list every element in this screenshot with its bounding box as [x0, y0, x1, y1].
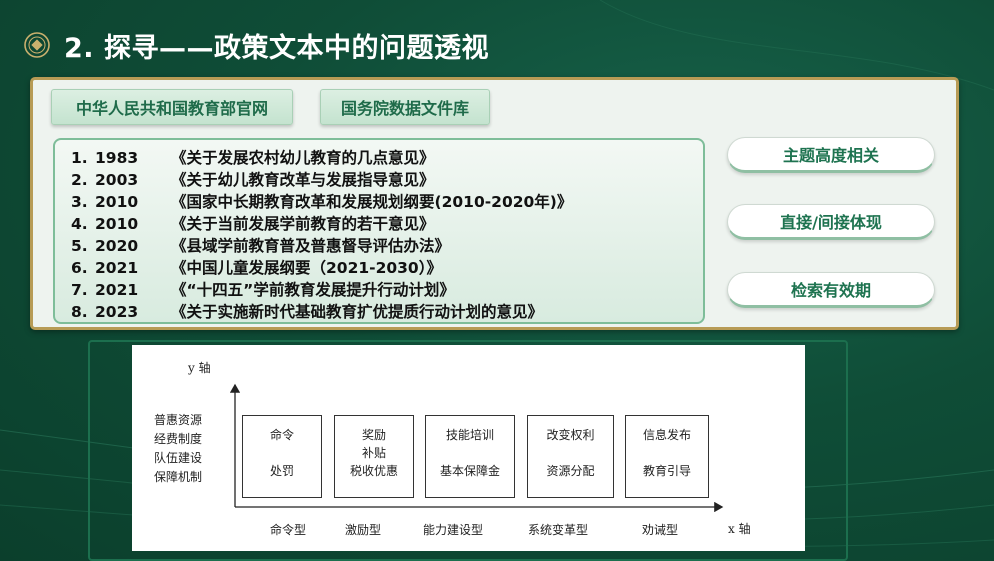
category-label: 激励型 [345, 523, 382, 537]
list-item: 2. 2003 《关于幼儿教育改革与发展指导意见》 [71, 171, 435, 189]
list-item: 8. 2023 《关于实施新时代基础教育扩优提质行动计划的意见》 [71, 303, 544, 321]
tab-moe-website[interactable]: 中华人民共和国教育部官网 [51, 89, 293, 125]
policy-panel: 中华人民共和国教育部官网 国务院数据文件库 1. 1983 《关于发展农村幼儿教育的… [30, 77, 959, 330]
list-item: 3. 2010 《国家中长期教育改革和发展规划纲要(2010-2020年)》 [71, 193, 573, 211]
y-value: 经费制度 [154, 432, 203, 446]
list-item: 1. 1983 《关于发展农村幼儿教育的几点意见》 [71, 149, 435, 167]
policy-list: 1. 1983 《关于发展农村幼儿教育的几点意见》 2. 2003 《关于幼儿教育改革与… [53, 138, 705, 324]
page-title: 2. 探寻——政策文本中的问题透视 [64, 33, 489, 64]
policy-tool-diagram: y 轴 x 轴 普惠资源 经费制度 队伍建设 保障机制 命令 处罚 奖励 补贴 … [132, 345, 805, 551]
diamond-ring-icon [24, 32, 50, 58]
tool-box-system-change: 改变权利 资源分配 [527, 415, 614, 498]
list-item: 4. 2010 《关于当前发展学前教育的若干意见》 [71, 215, 435, 233]
list-item: 6. 2021 《中国儿童发展纲要（2021-2030）》 [71, 259, 442, 277]
y-axis-values: 普惠资源 经费制度 队伍建设 保障机制 [154, 411, 202, 487]
y-axis-label: y 轴 [188, 361, 211, 375]
tab-state-council-database[interactable]: 国务院数据文件库 [320, 89, 490, 125]
category-label: 系统变革型 [528, 523, 589, 537]
tool-box-incentive: 奖励 补贴 税收优惠 [334, 415, 414, 498]
y-value: 普惠资源 [154, 413, 203, 427]
criterion-retrieval-period[interactable]: 检索有效期 [727, 272, 935, 308]
criterion-topic-relevance[interactable]: 主题高度相关 [727, 137, 935, 173]
category-label: 能力建设型 [423, 523, 484, 537]
y-value: 队伍建设 [154, 451, 203, 465]
category-label: 命令型 [270, 523, 307, 537]
tool-box-persuasion: 信息发布 教育引导 [625, 415, 709, 498]
criterion-direct-indirect[interactable]: 直接/间接体现 [727, 204, 935, 240]
list-item: 5. 2020 《县域学前教育普及普惠督导评估办法》 [71, 237, 451, 255]
tool-box-capacity: 技能培训 基本保障金 [425, 415, 515, 498]
tool-box-command: 命令 处罚 [242, 415, 322, 498]
y-value: 保障机制 [154, 470, 203, 484]
category-label: 劝诫型 [642, 523, 679, 537]
x-axis-label: x 轴 [728, 522, 751, 536]
list-item: 7. 2021 《“十四五”学前教育发展提升行动计划》 [71, 281, 455, 299]
